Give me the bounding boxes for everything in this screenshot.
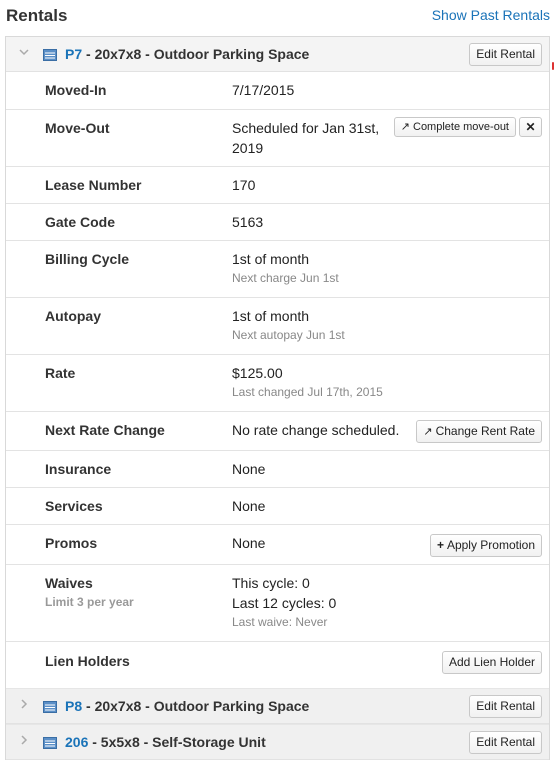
row-billing-cycle: Billing Cycle 1st of month Next charge J… (6, 241, 549, 298)
row-autopay: Autopay 1st of month Next autopay Jun 1s… (6, 298, 549, 355)
lease-number-label: Lease Number (45, 177, 142, 193)
rental-title: P8 - 20x7x8 - Outdoor Parking Space (65, 698, 309, 714)
row-rate: Rate $125.00 Last changed Jul 17th, 2015 (6, 355, 549, 412)
rate-label: Rate (45, 365, 76, 381)
row-insurance: Insurance None (6, 451, 549, 488)
insurance-label: Insurance (45, 461, 112, 477)
waives-value: This cycle: 0 Last 12 cycles: 0 Last wai… (232, 573, 336, 631)
storage-unit-icon (43, 700, 57, 713)
change-rent-rate-label: Change Rent Rate (435, 424, 535, 438)
page-title: Rentals (6, 6, 68, 25)
storage-unit-icon (43, 736, 57, 749)
lien-holders-label: Lien Holders (45, 653, 130, 669)
rental-title: 206 - 5x5x8 - Self-Storage Unit (65, 734, 266, 750)
unit-description: - 20x7x8 - Outdoor Parking Space (82, 46, 310, 62)
plus-icon: + (436, 538, 444, 552)
waives-label: Waives (45, 575, 93, 591)
next-autopay-text: Next autopay Jun 1st (232, 328, 345, 342)
next-charge-text: Next charge Jun 1st (232, 271, 339, 285)
arrow-up-right-icon: ↗ (400, 121, 410, 133)
unit-id-link[interactable]: P7 (65, 46, 82, 62)
show-past-rentals-link[interactable]: Show Past Rentals (432, 7, 550, 23)
row-lien-holders: Lien Holders Add Lien Holder (6, 642, 549, 688)
storage-unit-icon (43, 48, 57, 61)
cancel-move-out-button[interactable]: ✕ (519, 117, 542, 137)
apply-promotion-label: Apply Promotion (446, 538, 535, 552)
rate-amount: $125.00 (232, 365, 283, 381)
rental-title: P7 - 20x7x8 - Outdoor Parking Space (65, 46, 309, 62)
promos-value: None (232, 535, 266, 551)
edit-rental-button[interactable]: Edit Rental (469, 731, 542, 754)
lease-number-value: 170 (232, 177, 256, 193)
insurance-value: None (232, 461, 266, 477)
promos-label: Promos (45, 535, 98, 551)
rental-header-p8[interactable]: P8 - 20x7x8 - Outdoor Parking Space Edit… (6, 688, 549, 724)
autopay-label: Autopay (45, 308, 101, 324)
billing-cycle-day: 1st of month (232, 251, 310, 267)
chevron-right-icon[interactable] (17, 734, 31, 748)
billing-cycle-label: Billing Cycle (45, 251, 130, 267)
autopay-value: 1st of month Next autopay Jun 1st (232, 306, 345, 344)
unit-id-link[interactable]: P8 (65, 698, 82, 714)
change-rent-rate-button[interactable]: ↗ Change Rent Rate (416, 420, 542, 443)
edit-rental-button[interactable]: Edit Rental (469, 695, 542, 718)
move-out-label: Move-Out (45, 120, 110, 136)
apply-promotion-button[interactable]: + Apply Promotion (429, 534, 542, 557)
complete-move-out-label: Complete move-out (413, 121, 509, 133)
unit-description: - 5x5x8 - Self-Storage Unit (88, 734, 266, 750)
rental-header-206[interactable]: 206 - 5x5x8 - Self-Storage Unit Edit Ren… (6, 724, 549, 760)
trend-icon: ↗ (423, 426, 433, 438)
autopay-day: 1st of month (232, 308, 310, 324)
rental-header-p7[interactable]: P7 - 20x7x8 - Outdoor Parking Space Edit… (6, 37, 549, 72)
move-out-line1: Scheduled for Jan 31st, (232, 120, 380, 136)
next-rate-change-value: No rate change scheduled. (232, 422, 400, 438)
row-waives: Waives Limit 3 per year This cycle: 0 La… (6, 565, 549, 642)
waives-last-12: Last 12 cycles: 0 (232, 595, 337, 611)
move-out-value: Scheduled for Jan 31st, 2019 (232, 118, 379, 158)
moved-in-label: Moved-In (45, 82, 107, 98)
edit-rental-button[interactable]: Edit Rental (469, 43, 542, 66)
rate-last-changed: Last changed Jul 17th, 2015 (232, 385, 383, 399)
row-next-rate-change: Next Rate Change No rate change schedule… (6, 412, 549, 451)
unit-id-link[interactable]: 206 (65, 734, 88, 750)
rentals-topbar: Rentals Show Past Rentals (0, 0, 554, 32)
chevron-down-icon[interactable] (17, 46, 31, 60)
gate-code-label: Gate Code (45, 214, 116, 230)
moved-in-value: 7/17/2015 (232, 82, 295, 98)
next-rate-change-label: Next Rate Change (45, 422, 165, 438)
row-move-out: Move-Out Scheduled for Jan 31st, 2019 ↗ C… (6, 110, 549, 167)
add-lien-holder-button[interactable]: Add Lien Holder (441, 651, 542, 674)
row-lease-number: Lease Number 170 (6, 167, 549, 204)
services-label: Services (45, 498, 103, 514)
services-value: None (232, 498, 266, 514)
gate-code-value: 5163 (232, 214, 264, 230)
billing-cycle-value: 1st of month Next charge Jun 1st (232, 249, 339, 287)
row-promos: Promos None + Apply Promotion (6, 525, 549, 565)
waives-limit: Limit 3 per year (45, 595, 134, 609)
chevron-right-icon[interactable] (17, 698, 31, 712)
unit-description: - 20x7x8 - Outdoor Parking Space (82, 698, 310, 714)
row-gate-code: Gate Code 5163 (6, 204, 549, 241)
rentals-panel: P7 - 20x7x8 - Outdoor Parking Space Edit… (5, 36, 550, 760)
waives-this-cycle: This cycle: 0 (232, 575, 310, 591)
row-moved-in: Moved-In 7/17/2015 (6, 72, 549, 110)
last-waive-text: Last waive: Never (232, 615, 328, 629)
rate-value: $125.00 Last changed Jul 17th, 2015 (232, 363, 383, 401)
move-out-line2: 2019 (232, 140, 264, 156)
row-services: Services None (6, 488, 549, 525)
complete-move-out-button[interactable]: ↗ Complete move-out (393, 117, 516, 137)
